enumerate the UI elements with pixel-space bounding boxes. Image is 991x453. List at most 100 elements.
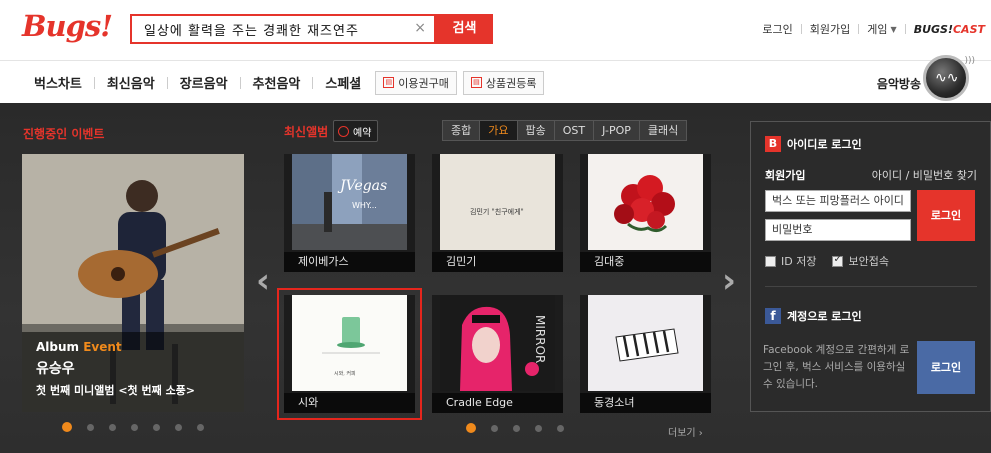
id-login-heading: B 아이디로 로그인 [765,136,862,152]
nav-items: 벅스차트 최신음악 장르음악 추천음악 스페셜 ▤ 이용권구매 ▤ 상품권등록 [34,61,545,104]
pagination-dot[interactable] [491,424,498,432]
search-button[interactable]: 검색 [436,14,493,44]
clock-icon [338,125,349,137]
music-broadcast-label[interactable]: 음악방송 [877,75,921,92]
album-cover: JVegas WHY... [292,154,407,250]
login-button[interactable]: 로그인 [917,190,975,241]
divider [166,76,168,89]
events-heading: 진행중인 이벤트 [23,127,105,141]
pagination-dot[interactable] [153,423,160,431]
album-pagination [466,423,579,433]
tab-pop[interactable]: 팝송 [516,120,555,141]
id-login-title: 아이디로 로그인 [787,138,862,151]
join-link[interactable]: 회원가입 [765,167,805,183]
save-id-label: ID 저장 [781,255,817,268]
pagination-dot[interactable] [466,423,476,433]
pagination-dot[interactable] [175,423,182,431]
album-cover [588,295,703,391]
header: Bugs! × 검색 로그인 회원가입 게임 ▼ BUGS!CAST [0,0,991,60]
album-name: 김민기 [432,252,563,272]
more-albums-link[interactable]: 더보기 › [668,424,703,439]
cover-title: MIRROR [533,315,547,363]
divider [765,286,977,287]
bugs-logo[interactable]: Bugs! [22,9,113,43]
register-coupon-button[interactable]: ▤ 상품권등록 [462,70,545,95]
reservation-button[interactable]: 예약 [333,120,379,142]
nav-recommended-music[interactable]: 추천음악 [253,73,301,92]
facebook-login-button[interactable]: 로그인 [917,341,975,394]
nav-special[interactable]: 스페셜 [325,73,361,92]
password-field[interactable]: 비밀번호 [765,219,911,241]
facebook-login-description: Facebook 계정으로 간편하게 로그인 후, 벅스 서비스를 이용하실 수… [763,344,910,390]
event-artist: 유승우 [36,361,75,377]
caret-down-icon: ▼ [890,24,897,34]
album-name: Cradle Edge [432,393,563,413]
cover-title: 시와, 커피 [334,370,356,377]
tab-classical[interactable]: 클래식 [638,120,688,141]
register-coupon-label: 상품권등록 [485,76,537,90]
login-link[interactable]: 로그인 [762,21,792,37]
radio-player-button[interactable]: ∿∿ [923,55,969,101]
purchase-pass-button[interactable]: ▤ 이용권구매 [375,70,457,95]
cover-subtitle: WHY... [352,201,377,210]
game-menu[interactable]: 게임 [867,21,887,37]
tab-ost[interactable]: OST [553,120,595,141]
album-cover: MIRROR [440,295,555,391]
event-pagination [62,422,219,432]
pagination-dot[interactable] [197,423,204,431]
coupon-icon: ▤ [470,77,482,88]
nav-bugs-chart[interactable]: 벅스차트 [34,73,82,92]
event-info: Album Event 유승우 첫 번째 미니앨범 <첫 번째 소풍> [22,332,244,412]
album-item[interactable]: 김대중 [580,154,711,272]
waveform-icon: ∿∿ [935,70,959,86]
album-item[interactable]: 동경소녀 [580,295,711,413]
album-item[interactable]: JVegas WHY... 제이베가스 [284,154,415,272]
search-box: × [130,14,436,44]
bugscast-logo-a: BUGS! [913,22,953,36]
find-account-link[interactable]: 아이디 / 비밀번호 찾기 [872,167,977,183]
album-item[interactable]: MIRROR Cradle Edge [432,295,563,413]
event-description: 첫 번째 미니앨범 <첫 번째 소풍> [36,384,196,397]
album-name: 제이베가스 [284,252,415,272]
album-cover: 김민기 "친구에게" [440,154,555,250]
save-id-checkbox[interactable] [765,255,776,267]
pagination-dot[interactable] [535,424,542,432]
pagination-dot[interactable] [513,424,520,432]
id-field[interactable]: 벅스 또는 피망플러스 아이디 [765,190,911,212]
nav-genre-music[interactable]: 장르음악 [180,73,228,92]
tab-jpop[interactable]: J-POP [593,120,640,141]
bugscast-link[interactable]: BUGS!CAST [914,23,985,36]
pagination-dot[interactable] [62,422,72,432]
facebook-login-title: 계정으로 로그인 [787,310,862,323]
login-panel: B 아이디로 로그인 회원가입 아이디 / 비밀번호 찾기 벅스 또는 피망플러… [750,121,991,412]
login-options: ID 저장 보안접속 [765,253,889,269]
album-item[interactable]: 시와, 커피 시와 [277,288,422,420]
divider [858,24,860,34]
tab-kpop[interactable]: 가요 [479,120,518,141]
bugs-b-icon: B [765,136,781,152]
nav-latest-music[interactable]: 최신음악 [107,73,155,92]
clear-search-icon[interactable]: × [414,20,426,36]
event-banner[interactable]: Album Event 유승우 첫 번째 미니앨범 <첫 번째 소풍> [22,154,244,412]
signal-icon: ))) [964,56,975,66]
event-tag: Album Event [36,340,230,354]
pagination-dot[interactable] [131,423,138,431]
cover-title: 김민기 "친구에게" [470,207,524,216]
facebook-login-heading: f 계정으로 로그인 [765,308,862,324]
cover-title: JVegas [337,178,387,194]
latest-albums-heading: 최신앨범 [284,125,329,139]
prev-arrow-icon[interactable]: ‹ [256,261,270,301]
divider [93,76,95,89]
pagination-dot[interactable] [557,424,564,432]
pagination-dot[interactable] [87,423,94,431]
secure-login-checkbox[interactable] [832,254,844,267]
tab-all[interactable]: 종합 [442,120,481,141]
next-arrow-icon[interactable]: › [722,261,736,301]
divider [239,76,241,89]
album-item[interactable]: 김민기 "친구에게" 김민기 [432,154,563,272]
search-input[interactable] [132,16,408,42]
main-nav: 벅스차트 최신음악 장르음악 추천음악 스페셜 ▤ 이용권구매 ▤ 상품권등록 … [0,60,991,103]
join-row: 회원가입 아이디 / 비밀번호 찾기 [765,167,977,183]
pagination-dot[interactable] [109,423,116,431]
signup-link[interactable]: 회원가입 [810,21,850,37]
